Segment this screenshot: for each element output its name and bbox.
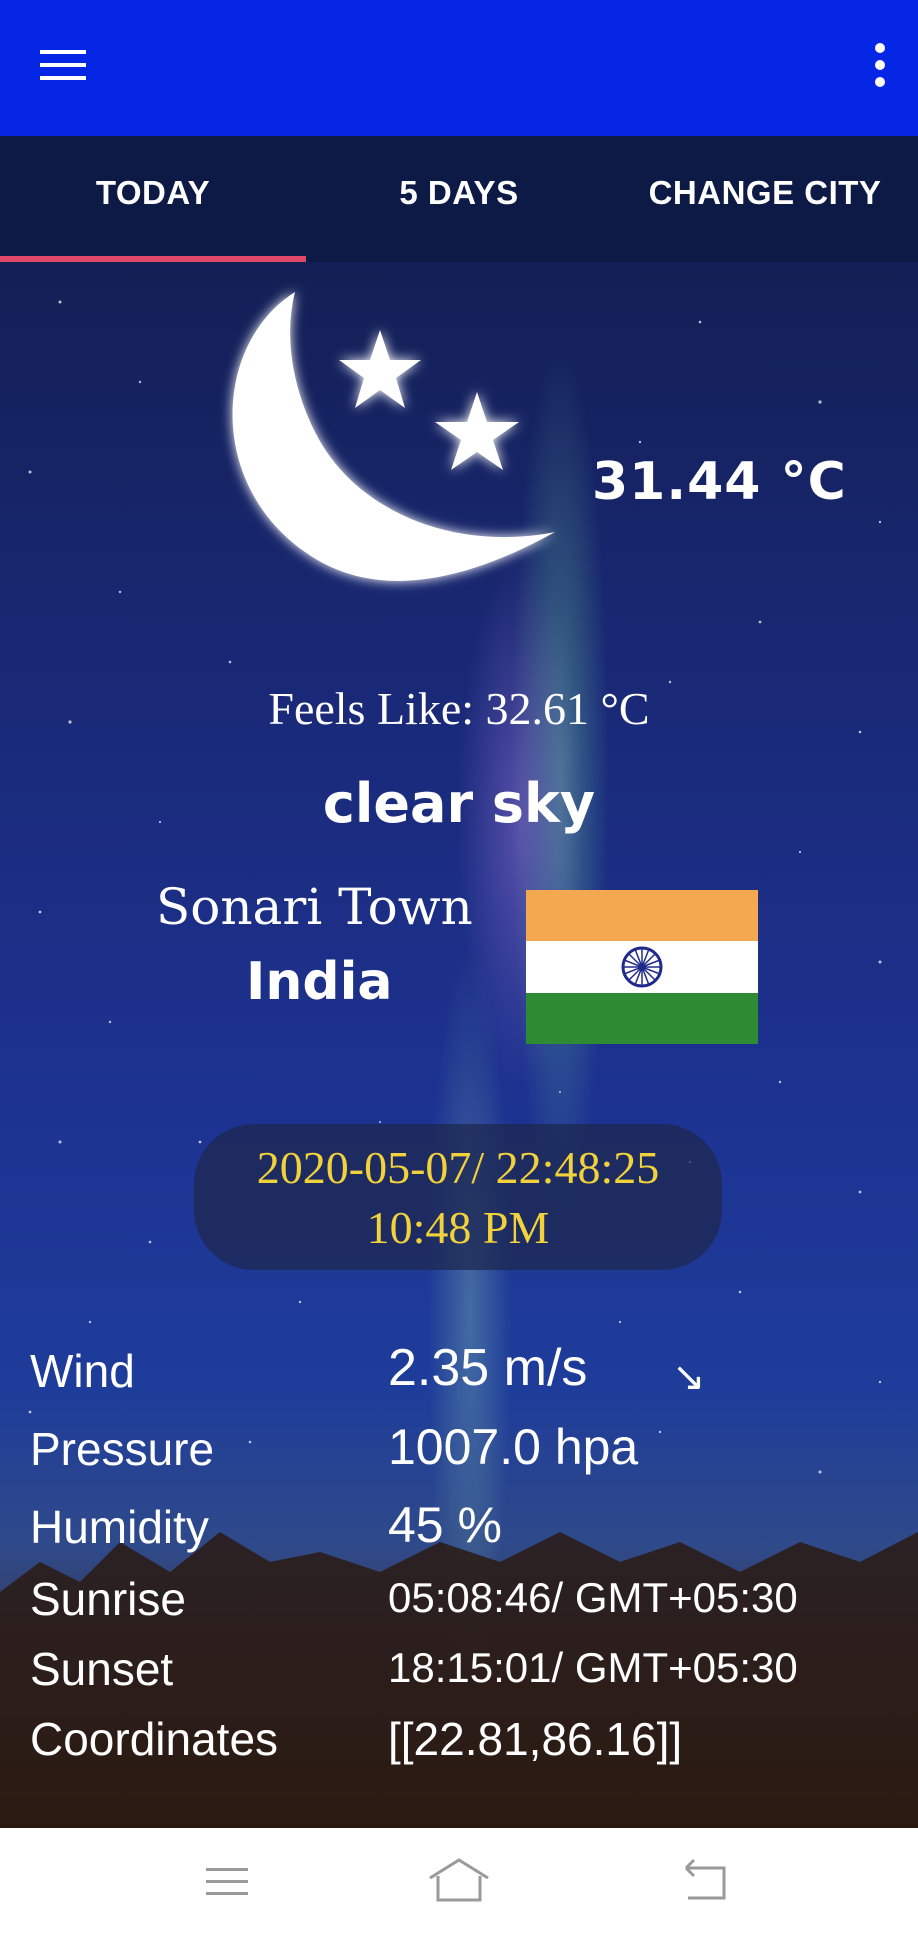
back-icon[interactable] [668,1854,738,1910]
pressure-row: Pressure 1007.0 hpa [30,1419,900,1492]
india-flag-icon [526,890,758,1044]
wind-row: Wind 2.35 m/s ↘ [30,1339,900,1414]
sunset-row: Sunset 18:15:01/ GMT+05:30 [30,1642,900,1712]
more-vert-icon[interactable] [860,38,900,92]
date-time: 2020-05-07/ 22:48:25 [256,1142,660,1193]
tab-bar: TODAY 5 DAYS CHANGE CITY [0,136,918,262]
humidity-value: 45 % [388,1497,502,1553]
pressure-label: Pressure [30,1423,215,1475]
tab-today[interactable]: TODAY [0,136,306,262]
moon-stars-icon [232,292,555,581]
coordinates-row: Coordinates [[22.81,86.16]] [30,1712,900,1782]
sunset-value: 18:15:01/ GMT+05:30 [388,1644,798,1691]
city-name: Sonari Town [156,878,473,936]
app-bar [0,0,918,136]
date-time-badge: 2020-05-07/ 22:48:25 10:48 PM [194,1124,722,1270]
country-name: India [246,952,393,1012]
feels-like: Feels Like: 32.61 °C [268,683,650,734]
weather-description: clear sky [322,772,596,835]
sunrise-label: Sunrise [30,1573,186,1625]
time-12h: 10:48 PM [366,1202,550,1253]
sunset-label: Sunset [30,1643,174,1695]
wind-value: 2.35 m/s [388,1339,588,1397]
system-nav-bar [0,1828,918,1937]
wind-label: Wind [30,1345,135,1397]
wind-direction-icon: ↘ [672,1354,706,1400]
weather-panel: 31.44 °C Feels Like: 32.61 °C clear sky … [0,262,918,1828]
tab-change-city[interactable]: CHANGE CITY [612,136,918,262]
home-icon[interactable] [424,1854,494,1910]
tab-5-days[interactable]: 5 DAYS [306,136,612,262]
coordinates-value: [[22.81,86.16]] [388,1713,683,1765]
humidity-row: Humidity 45 % [30,1497,900,1570]
humidity-label: Humidity [30,1501,209,1553]
sunrise-row: Sunrise 05:08:46/ GMT+05:30 [30,1572,900,1642]
coordinates-label: Coordinates [30,1713,279,1765]
sunrise-value: 05:08:46/ GMT+05:30 [388,1574,798,1621]
pressure-value: 1007.0 hpa [388,1419,639,1475]
temperature: 31.44 °C [592,452,847,512]
hamburger-menu-icon[interactable] [30,40,100,90]
recent-apps-icon[interactable] [192,1854,262,1910]
